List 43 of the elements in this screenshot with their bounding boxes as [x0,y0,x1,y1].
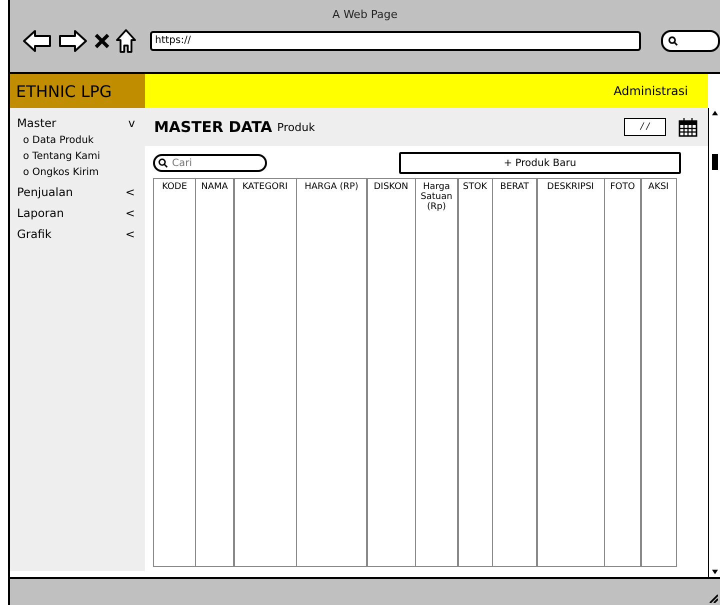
menu-indicator: < [125,206,135,220]
scrollbar[interactable] [708,108,720,577]
scrollbar-thumb[interactable] [712,154,718,170]
scroll-up-icon[interactable] [710,110,718,116]
column-header: DESKRIPSI [547,182,594,192]
address-field[interactable]: https:// [150,31,642,51]
column-header: KATEGORI [242,182,288,192]
column-header: KODE [162,182,188,192]
forward-icon[interactable] [58,29,88,53]
window-title: A Web Page [331,7,399,21]
calendar-icon[interactable] [678,117,698,137]
menu-item[interactable]: Grafik [17,227,52,241]
column-header: Harga Satuan (Rp) [420,182,454,212]
submenu-item[interactable]: o Ongkos Kirim [17,167,139,183]
column-header: FOTO [610,182,635,192]
page-title: MASTER DATA [154,118,272,136]
user-label: Administrasi [614,84,688,98]
menu-indicator: < [125,185,135,199]
menu-item[interactable]: Penjualan [17,185,73,199]
back-icon[interactable] [22,29,52,53]
search-field[interactable]: Cari [153,154,267,172]
search-icon [158,158,168,168]
menu-indicator: v [128,116,135,130]
search-icon [668,36,678,46]
column-header: DISKON [374,182,408,192]
column-header: BERAT [500,182,529,192]
submenu-item[interactable]: o Tentang Kami [17,151,139,167]
column-header: AKSI [648,182,669,192]
column-header: NAMA [201,182,228,192]
logo-text: ETHNIC LPG [10,74,145,108]
date-field[interactable]: / / [624,118,666,136]
column-header: HARGA (RP) [304,182,358,192]
menu-indicator: < [125,227,135,241]
search-field[interactable] [661,30,720,52]
menu-item[interactable]: Laporan [17,206,64,220]
close-icon[interactable] [94,33,110,49]
page-subtitle: Produk [277,120,315,134]
column-header: STOK [462,182,488,192]
new-product-button[interactable]: + Produk Baru [399,152,681,174]
home-icon[interactable] [116,29,136,53]
menu-item[interactable]: Master [17,116,56,130]
submenu-item[interactable]: o Data Produk [17,135,139,151]
scroll-down-icon[interactable] [710,569,718,575]
